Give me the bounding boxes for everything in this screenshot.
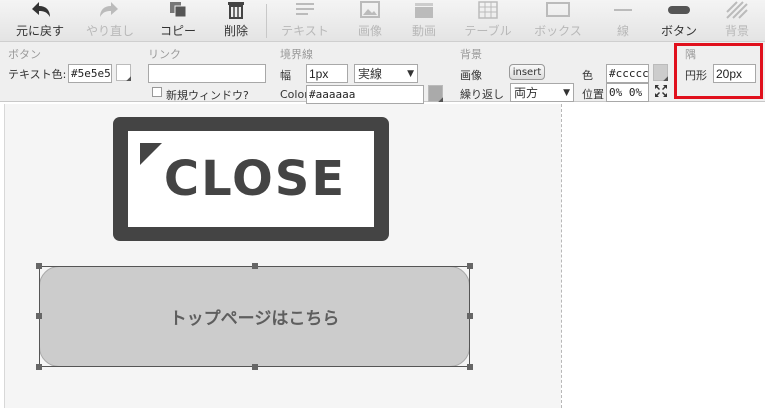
- redo-icon: [100, 2, 118, 17]
- resize-handle-sw[interactable]: [36, 364, 42, 370]
- button-tool-button[interactable]: ボタン: [656, 0, 702, 42]
- corner-highlight-box: [674, 43, 763, 99]
- button-section-title: ボタン: [8, 48, 41, 61]
- new-window-label: 新規ウィンドウ?: [166, 89, 249, 102]
- copy-button[interactable]: コピー: [152, 0, 204, 42]
- copy-icon: [170, 2, 187, 18]
- bg-image-label: 画像: [460, 69, 482, 82]
- redo-button[interactable]: やり直し: [84, 0, 136, 42]
- image-icon: [360, 1, 380, 18]
- resize-handle-s[interactable]: [252, 364, 258, 370]
- clapperboard-icon: [415, 3, 433, 18]
- image-button[interactable]: 画像: [352, 0, 388, 42]
- border-color-input[interactable]: #aaaaaa: [306, 85, 424, 104]
- bg-position-input[interactable]: 0% 0%: [606, 83, 649, 102]
- redo-label: やり直し: [85, 24, 134, 38]
- bg-color-label: 色: [582, 69, 593, 82]
- background-button[interactable]: 背景: [720, 0, 754, 42]
- border-color-label: Color: [280, 88, 309, 101]
- line-icon: [614, 9, 632, 11]
- table-label: テーブル: [464, 24, 512, 38]
- border-style-select[interactable]: 実線 ▼: [354, 64, 418, 83]
- undo-icon: [32, 2, 50, 17]
- box-icon: [546, 2, 570, 17]
- delete-label: 削除: [223, 24, 248, 38]
- text-lines-icon: [296, 3, 314, 15]
- new-window-checkbox[interactable]: [152, 87, 162, 97]
- table-icon: [478, 1, 498, 19]
- canvas-width-guide: [561, 104, 562, 408]
- selection-outline: [39, 266, 470, 367]
- link-url-input[interactable]: [148, 64, 266, 83]
- trash-icon: [228, 2, 244, 19]
- box-button[interactable]: ボックス: [532, 0, 584, 42]
- border-color-picker[interactable]: [428, 85, 443, 102]
- resize-handle-ne[interactable]: [467, 263, 473, 269]
- bg-position-label: 位置: [582, 88, 604, 101]
- copy-label: コピー: [159, 24, 196, 38]
- text-color-input[interactable]: #5e5e5e: [68, 64, 112, 83]
- bg-repeat-label: 繰り返し: [460, 88, 504, 101]
- table-button[interactable]: テーブル: [460, 0, 516, 42]
- button-pill-icon: [668, 6, 690, 14]
- delete-button[interactable]: 削除: [216, 0, 256, 42]
- bg-color-input[interactable]: #cccccc: [606, 64, 649, 83]
- line-label: 線: [616, 24, 629, 38]
- properties-panel: ボタン テキスト色: #5e5e5e リンク 新規ウィンドウ? 境界線 幅 1p…: [0, 42, 765, 104]
- toolbar-divider: [266, 4, 267, 38]
- chevron-down-icon: ▼: [407, 68, 414, 79]
- text-label: テキスト: [281, 24, 329, 38]
- resize-handle-n[interactable]: [252, 263, 258, 269]
- box-label: ボックス: [534, 24, 582, 38]
- close-banner-text: CLOSE: [163, 151, 347, 207]
- chevron-down-icon: ▼: [563, 87, 570, 98]
- bg-insert-button[interactable]: insert: [509, 64, 545, 80]
- video-label: 動画: [411, 24, 436, 38]
- border-width-input[interactable]: 1px: [306, 64, 348, 83]
- image-label: 画像: [357, 24, 382, 38]
- text-button[interactable]: テキスト: [276, 0, 334, 42]
- border-section-title: 境界線: [280, 48, 313, 61]
- bg-color-picker[interactable]: [653, 64, 668, 81]
- text-color-label: テキスト色:: [8, 68, 67, 81]
- stripes-icon: [726, 1, 748, 19]
- resize-handle-e[interactable]: [467, 313, 473, 319]
- button-tool-label: ボタン: [660, 24, 697, 38]
- text-color-picker[interactable]: [116, 64, 131, 81]
- border-style-value: 実線: [358, 67, 383, 81]
- resize-handle-se[interactable]: [467, 364, 473, 370]
- resize-handle-nw[interactable]: [36, 263, 42, 269]
- expand-arrows-icon[interactable]: [654, 84, 668, 98]
- video-button[interactable]: 動画: [406, 0, 442, 42]
- line-button[interactable]: 線: [608, 0, 638, 42]
- close-banner-inner: CLOSE: [128, 131, 374, 227]
- bg-repeat-select[interactable]: 両方 ▼: [510, 83, 574, 102]
- background-label: 背景: [724, 24, 749, 38]
- close-banner-image[interactable]: CLOSE: [113, 117, 389, 241]
- border-width-label: 幅: [280, 69, 291, 82]
- undo-label: 元に戻す: [15, 24, 64, 38]
- undo-button[interactable]: 元に戻す: [14, 0, 66, 42]
- resize-handle-w[interactable]: [36, 313, 42, 319]
- bg-repeat-value: 両方: [514, 86, 539, 100]
- main-toolbar: 元に戻す やり直し コピー 削除 テキスト 画像 動画 テーブル ボックス 線 …: [0, 0, 765, 42]
- bg-section-title: 背景: [460, 48, 482, 61]
- link-section-title: リンク: [148, 48, 181, 61]
